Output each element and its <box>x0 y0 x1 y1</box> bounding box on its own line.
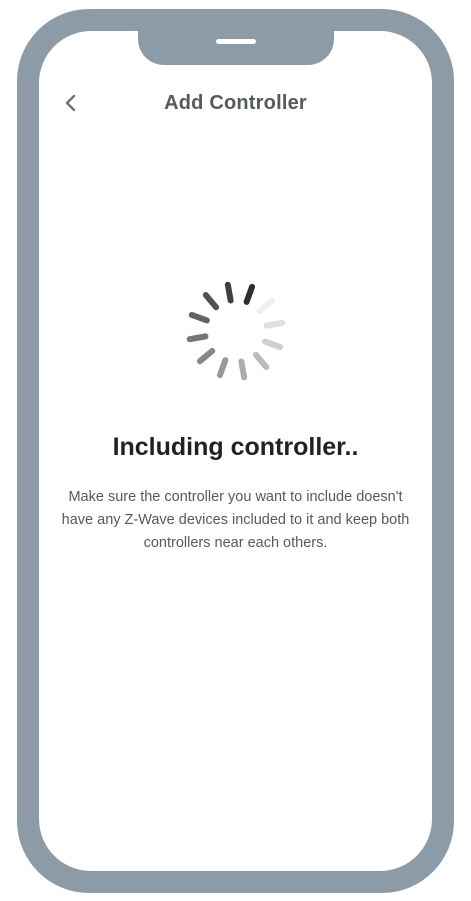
app-screen: Add Controller Including controller.. Ma… <box>39 31 432 871</box>
page-title: Add Controller <box>164 92 307 114</box>
spinner-spoke <box>255 296 276 316</box>
spinner-spoke <box>215 356 229 380</box>
spinner-spoke <box>223 281 234 304</box>
spinner-spoke <box>201 290 220 312</box>
spinner-spoke <box>242 282 256 306</box>
phone-notch <box>137 31 334 65</box>
status-title: Including controller.. <box>112 433 359 461</box>
spinner-spoke <box>260 337 284 351</box>
spinner-spoke <box>187 311 211 325</box>
spinner-spoke <box>195 346 216 366</box>
phone-frame: Add Controller Including controller.. Ma… <box>17 9 454 893</box>
spinner-spoke <box>262 319 286 330</box>
spinner-spoke <box>251 350 270 372</box>
spinner-spoke <box>185 332 209 343</box>
speaker-grille <box>215 39 256 44</box>
nav-bar: Add Controller <box>39 83 432 123</box>
status-description: Make sure the controller you want to inc… <box>61 489 410 551</box>
spinner-spoke <box>237 358 248 381</box>
